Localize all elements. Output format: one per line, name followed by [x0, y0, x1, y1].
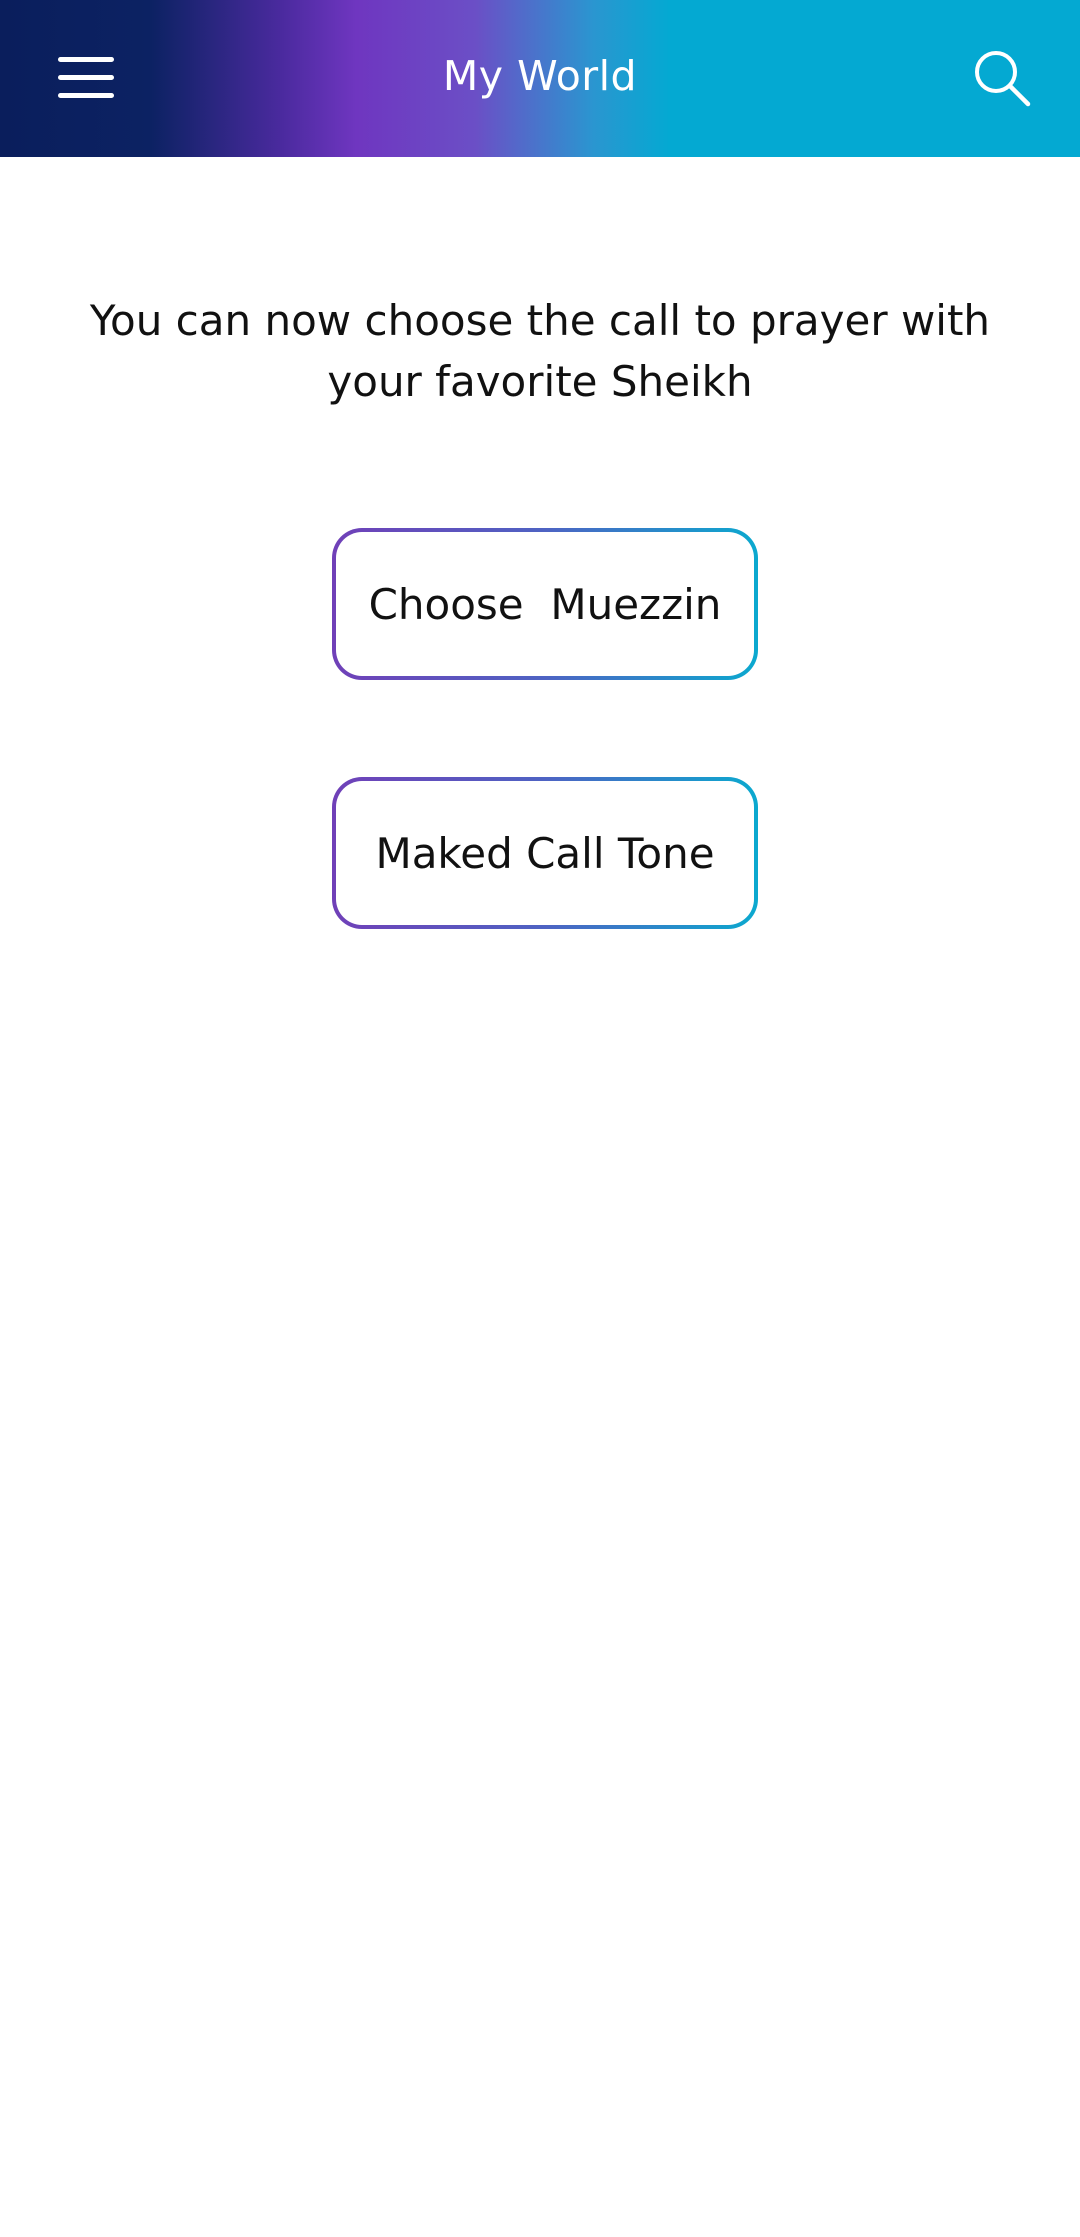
app-screen: My World You can now choose the call to … — [0, 0, 1080, 2237]
choose-muezzin-button-label: Choose Muezzin — [336, 532, 754, 676]
choose-muezzin-button[interactable]: Choose Muezzin — [332, 528, 758, 680]
search-button[interactable] — [970, 46, 1034, 110]
menu-button[interactable] — [48, 50, 122, 106]
maked-call-tone-button-label: Maked Call Tone — [336, 781, 754, 925]
app-header: My World — [0, 0, 1080, 157]
maked-call-tone-button[interactable]: Maked Call Tone — [332, 777, 758, 929]
intro-text: You can now choose the call to prayer wi… — [89, 296, 991, 406]
menu-icon-bar-middle — [58, 75, 114, 80]
menu-icon-bar-bottom — [58, 93, 114, 98]
page-title: My World — [442, 52, 638, 100]
menu-icon-bar-top — [58, 57, 114, 62]
search-icon — [975, 51, 1031, 107]
